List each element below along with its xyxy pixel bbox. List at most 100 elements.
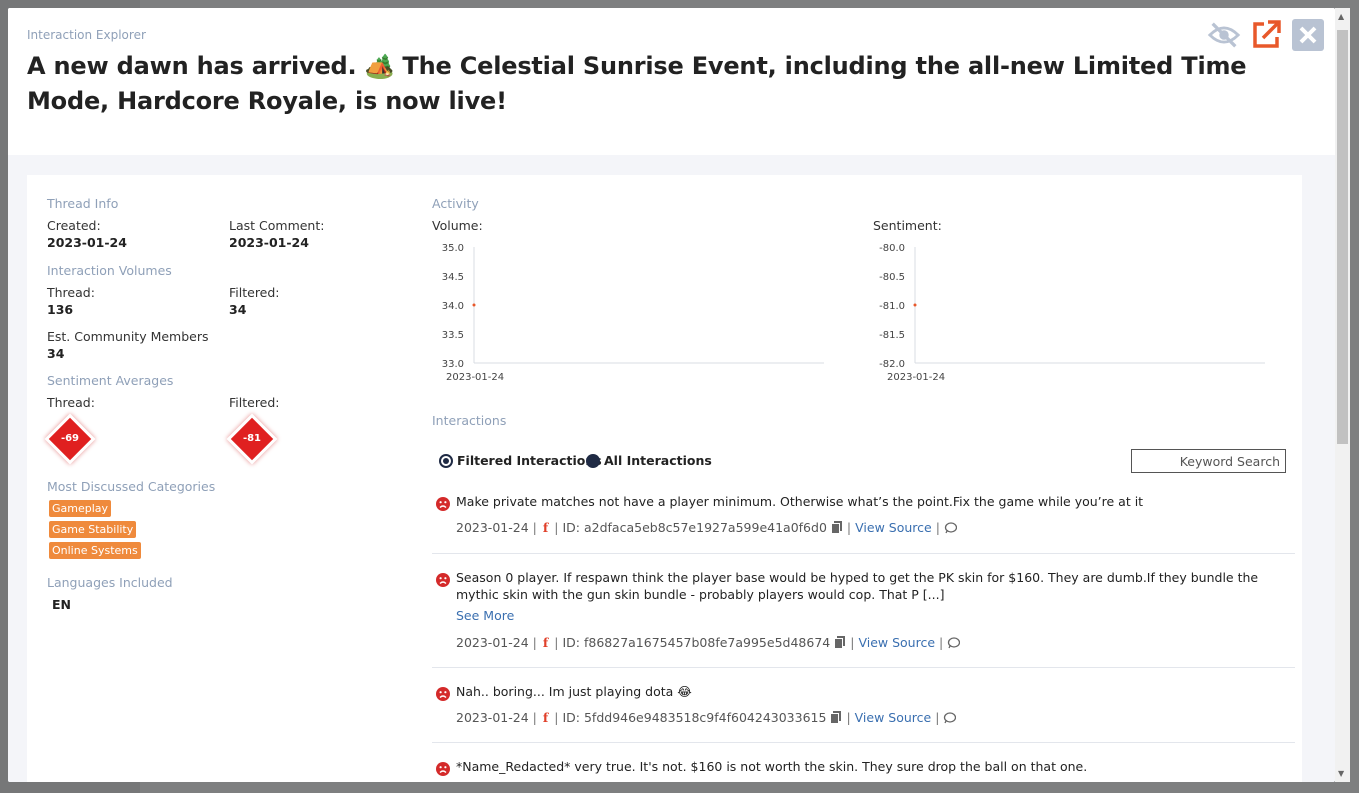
modal-scrollbar[interactable]: ▲ ▼ [1335,8,1350,782]
negative-sentiment-icon [436,497,450,511]
data-point [472,303,476,307]
category-badge-game-stability[interactable]: Game Stability [49,521,137,538]
comment-icon[interactable] [943,711,957,724]
modal-eyebrow: Interaction Explorer [27,28,146,42]
divider [432,553,1295,554]
activity-title: Activity [432,196,479,211]
interaction-explorer-modal: Interaction Explorer A new dawn has arri… [8,8,1335,782]
interaction-text: Season 0 player. If respawn think the pl… [456,570,1259,602]
community-members-label: Est. Community Members [47,329,209,344]
negative-sentiment-icon [436,762,450,776]
facebook-icon: f [542,635,549,650]
data-point [913,303,917,307]
interaction-text: *Name_Redacted* very true. It's not. $16… [456,759,1088,774]
interaction-date: 2023-01-24 [456,710,529,725]
interactions-title: Interactions [432,413,507,428]
keyword-search-input[interactable] [1131,449,1286,473]
filter-option-filtered[interactable]: Filtered Interactions [439,453,602,468]
interaction-date: 2023-01-24 [456,520,529,535]
thread-details-card: Thread Info Created: 2023-01-24 Last Com… [27,175,1302,782]
thread-volume-value: 136 [47,302,74,317]
copy-icon[interactable] [830,711,842,724]
modal-header: Interaction Explorer A new dawn has arri… [8,8,1335,155]
last-comment-value: 2023-01-24 [229,235,309,250]
copy-icon[interactable] [834,636,846,649]
categories-title: Most Discussed Categories [47,479,216,494]
thread-title: A new dawn has arrived. 🏕️ The Celestial… [27,52,1247,115]
interaction-meta: 2023-01-24 | f | ID: 5fdd946e9483518c9f4f6… [456,710,957,725]
thread-volume-label: Thread: [47,285,95,300]
list-item: Season 0 player. If respawn think the pl… [432,569,1295,669]
interaction-id: ID: a2dfaca5eb8c57e1927a599e41a0f6d0 [562,520,827,535]
divider [432,742,1295,743]
thread-sentiment-value: -69 [60,433,80,444]
header-actions [1207,18,1325,52]
category-badge-gameplay[interactable]: Gameplay [49,500,112,517]
view-source-link[interactable]: View Source [855,710,932,725]
filter-option-all-label: All Interactions [604,453,712,468]
scroll-down-icon[interactable]: ▼ [1338,769,1344,778]
comment-icon[interactable] [947,636,961,649]
x-tick-label: 2023-01-24 [446,372,504,383]
facebook-icon: f [542,710,549,725]
y-tick-label: 35.0 [442,243,464,254]
thread-info-title: Thread Info [47,196,119,211]
filtered-sentiment-label: Filtered: [229,395,280,410]
view-source-link[interactable]: View Source [855,520,932,535]
interaction-date: 2023-01-24 [456,635,529,650]
community-members-value: 34 [47,346,65,361]
external-link-icon[interactable] [1249,18,1283,52]
radio-selected-icon[interactable] [439,453,453,468]
created-value: 2023-01-24 [47,235,127,250]
interaction-text: Nah.. boring... Im just playing dota 😂 [456,684,692,699]
y-tick-label: -82.0 [879,359,905,370]
filter-option-filtered-label: Filtered Interactions [457,453,602,468]
scroll-up-icon[interactable]: ▲ [1338,12,1344,21]
filtered-sentiment-value: -81 [242,433,262,444]
list-item: Make private matches not have a player m… [432,493,1295,553]
thread-sentiment-badge: -69 [47,416,93,462]
negative-sentiment-icon [436,573,450,587]
y-tick-label: 33.5 [442,330,464,341]
interaction-text: Make private matches not have a player m… [456,494,1144,509]
filtered-volume-label: Filtered: [229,285,280,300]
interactions-list: Make private matches not have a player m… [432,493,1295,782]
y-tick-label: -80.0 [879,243,905,254]
scroll-thumb[interactable] [1337,30,1348,444]
list-item: Nah.. boring... Im just playing dota 😂 2… [432,683,1295,743]
see-more-link[interactable]: See More [456,608,514,623]
divider [432,667,1295,668]
negative-sentiment-icon [436,687,450,701]
y-tick-label: -80.5 [879,272,905,283]
facebook-icon: f [542,520,549,535]
y-tick-label: 34.0 [442,301,464,312]
interaction-meta: 2023-01-24 | f | ID: a2dfaca5eb8c57e1927a5… [456,520,957,535]
interaction-id: ID: f86827a1675457b08fe7a995e5d48674 [562,635,831,650]
y-tick-label: 33.0 [442,359,464,370]
radio-unselected-icon[interactable] [586,453,600,468]
modal-body: Thread Info Created: 2023-01-24 Last Com… [8,155,1335,782]
created-label: Created: [47,218,101,233]
interaction-volumes-title: Interaction Volumes [47,263,172,278]
x-tick-label: 2023-01-24 [887,372,945,383]
filtered-sentiment-badge: -81 [229,416,275,462]
y-tick-label: -81.0 [879,301,905,312]
filtered-volume-value: 34 [229,302,247,317]
language-en: EN [52,597,72,612]
filter-option-all[interactable]: All Interactions [586,453,712,468]
interaction-meta: 2023-01-24 | f | ID: f86827a1675457b08fe7a… [456,635,961,650]
y-tick-label: -81.5 [879,330,905,341]
sentiment-chart-label: Sentiment: [873,218,942,233]
interaction-id: ID: 5fdd946e9483518c9f4f604243033615 [562,710,827,725]
volume-chart: 35.0 34.5 34.0 33.5 33.0 2023-01-24 [442,243,824,383]
sentiment-chart: -80.0 -80.5 -81.0 -81.5 -82.0 2023-01-24 [879,243,1265,383]
y-tick-label: 34.5 [442,272,464,283]
comment-icon[interactable] [944,521,957,534]
eye-slash-icon[interactable] [1207,18,1241,52]
sentiment-averages-title: Sentiment Averages [47,373,174,388]
close-icon[interactable] [1291,18,1325,52]
copy-icon[interactable] [830,521,843,534]
view-source-link[interactable]: View Source [858,635,935,650]
volume-chart-label: Volume: [432,218,483,233]
category-badge-online-systems[interactable]: Online Systems [49,542,141,559]
